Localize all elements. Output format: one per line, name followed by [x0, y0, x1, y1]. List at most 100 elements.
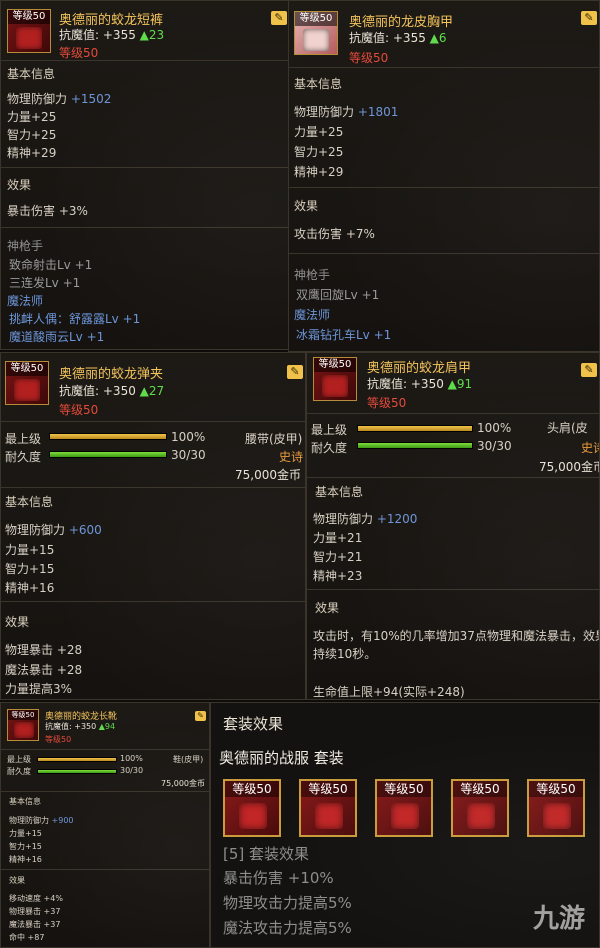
set-count-line: [5] 套装效果	[223, 845, 310, 863]
max-level-label: 最上级	[311, 423, 348, 437]
divider	[1, 487, 305, 488]
item-icon-shorts[interactable]: 等级50	[7, 9, 51, 53]
item-level-badge: 等级50	[6, 362, 48, 376]
set-slot-5[interactable]: 等级50	[527, 779, 585, 837]
edit-icon[interactable]: ✎	[581, 363, 597, 377]
phys-def-label: 物理防御力	[313, 512, 374, 526]
durability-bar	[37, 769, 117, 774]
item-icon-belt[interactable]: 等级50	[5, 361, 49, 405]
class-mage: 魔法师	[7, 294, 44, 308]
resist-gain: ▲27	[139, 384, 165, 398]
phys-def-line: 物理防御力 +900	[9, 815, 74, 826]
set-slot-2[interactable]: 等级50	[299, 779, 357, 837]
set-slot-3[interactable]: 等级50	[375, 779, 433, 837]
shorts-icon	[16, 27, 42, 49]
item-icon-chest[interactable]: 等级50	[294, 11, 338, 55]
phys-def-value: +600	[68, 523, 102, 537]
chest-armor-icon	[303, 29, 329, 51]
max-level-bar	[357, 425, 473, 432]
divider	[1, 791, 209, 792]
stat-spirit: 精神+23	[313, 569, 363, 583]
stat-strength: 力量+25	[7, 110, 57, 124]
stat-strength: 力量+21	[313, 531, 363, 545]
stat-strength: 力量+15	[5, 543, 55, 557]
set-slot-level: 等级50	[453, 781, 507, 797]
phys-def-line: 物理防御力 +1502	[7, 90, 111, 107]
phys-def-line: 物理防御力 +1200	[313, 510, 417, 527]
set-effect-line: 魔法攻击力提高5%	[223, 919, 352, 937]
skill-line: 挑衅人偶：舒露露Lv +1	[9, 312, 141, 326]
resist-value: +350	[102, 384, 136, 398]
divider	[289, 253, 599, 254]
stat-spirit: 精神+29	[7, 146, 57, 160]
basic-info-title: 基本信息	[9, 797, 41, 806]
effect-hp: 生命值上限+94(实际+248)	[313, 685, 465, 699]
class-gunner: 神枪手	[294, 268, 331, 282]
price: 75,000金币	[235, 468, 301, 482]
divider	[1, 421, 305, 422]
effect-line: 物理暴击 +28	[5, 643, 83, 657]
resist-line: 抗魔值: +350 ▲27	[59, 382, 164, 399]
resist-line: 抗魔值: +350 ▲94	[45, 721, 115, 732]
watermark-logo: 九游	[532, 904, 585, 934]
set-name: 奥德丽的战服 套装	[219, 749, 344, 767]
slot-type: 鞋(皮甲)	[173, 755, 204, 764]
shoulder-icon	[315, 803, 343, 829]
phys-def-label: 物理防御力	[5, 523, 66, 537]
resist-gain: ▲94	[98, 722, 116, 731]
effect-title: 效果	[7, 178, 32, 192]
durability-label: 耐久度	[7, 767, 31, 776]
price: 75,000金币	[539, 460, 600, 474]
set-slot-1[interactable]: 等级50	[223, 779, 281, 837]
slot-type: 头肩(皮	[547, 421, 588, 435]
divider	[307, 477, 599, 478]
phys-def-value: +1801	[357, 105, 399, 119]
item-icon-boots[interactable]: 等级50	[7, 709, 39, 741]
edit-icon[interactable]: ✎	[195, 711, 206, 721]
effect-line: 力量提高3%	[5, 682, 73, 696]
effect-title: 效果	[5, 615, 30, 629]
edit-icon[interactable]: ✎	[287, 365, 303, 379]
item-level-badge: 等级50	[295, 12, 337, 26]
basic-info-title: 基本信息	[315, 485, 364, 499]
tooltip-dragon-belt: 等级50 奥德丽的蛟龙弹夹 ✎ 抗魔值: +350 ▲27 等级50 最上级 1…	[0, 352, 306, 700]
divider	[1, 749, 209, 750]
item-level-badge: 等级50	[8, 710, 38, 720]
phys-def-value: +1502	[70, 92, 112, 106]
effect-line: 魔法暴击 +28	[5, 663, 83, 677]
tooltip-dragon-shoulder: 等级50 奥德丽的蛟龙肩甲 ✎ 抗魔值: +350 ▲91 等级50 最上级 1…	[306, 352, 600, 700]
max-level-fill	[358, 426, 472, 431]
item-icon-shoulder[interactable]: 等级50	[313, 357, 357, 401]
edit-icon[interactable]: ✎	[581, 11, 597, 25]
divider	[1, 869, 209, 870]
resist-value: +355	[102, 28, 136, 42]
boots-icon	[543, 803, 571, 829]
resist-label: 抗魔值:	[45, 722, 72, 731]
resist-gain: ▲23	[139, 28, 165, 42]
effect-line: 魔法暴击 +37	[9, 920, 61, 929]
skill-line: 双鹰回旋Lv +1	[296, 288, 380, 302]
boots-icon	[14, 722, 34, 738]
item-level: 等级50	[45, 735, 72, 744]
basic-info-title: 基本信息	[5, 495, 54, 509]
stat-spirit: 精神+29	[294, 165, 344, 179]
item-name: 奥德丽的龙皮胸甲	[349, 15, 454, 30]
tooltip-dragon-boots: 等级50 奥德丽的蛟龙长靴 ✎ 抗魔值: +350 ▲94 等级50 最上级 1…	[0, 702, 210, 948]
resist-gain: ▲6	[429, 31, 447, 45]
stat-intelligence: 智力+25	[294, 145, 344, 159]
resist-line: 抗魔值: +355 ▲6	[349, 29, 447, 46]
durability-fill	[50, 452, 166, 457]
set-slot-4[interactable]: 等级50	[451, 779, 509, 837]
effect-line: 持续10秒。	[313, 647, 377, 661]
divider	[307, 589, 599, 590]
resist-value: +350	[74, 722, 97, 731]
edit-icon[interactable]: ✎	[271, 11, 287, 25]
tooltip-dragon-chest: 等级50 奥德丽的龙皮胸甲 ✎ 抗魔值: +355 ▲6 等级50 基本信息 物…	[288, 0, 600, 352]
rarity: 史诗	[581, 441, 599, 455]
durability-label: 耐久度	[311, 441, 348, 455]
shoulder-icon	[322, 375, 348, 397]
stat-spirit: 精神+16	[5, 581, 55, 595]
skill-line: 致命射击Lv +1	[9, 258, 93, 272]
class-gunner: 神枪手	[7, 239, 44, 253]
max-level-pct: 100%	[120, 754, 143, 763]
